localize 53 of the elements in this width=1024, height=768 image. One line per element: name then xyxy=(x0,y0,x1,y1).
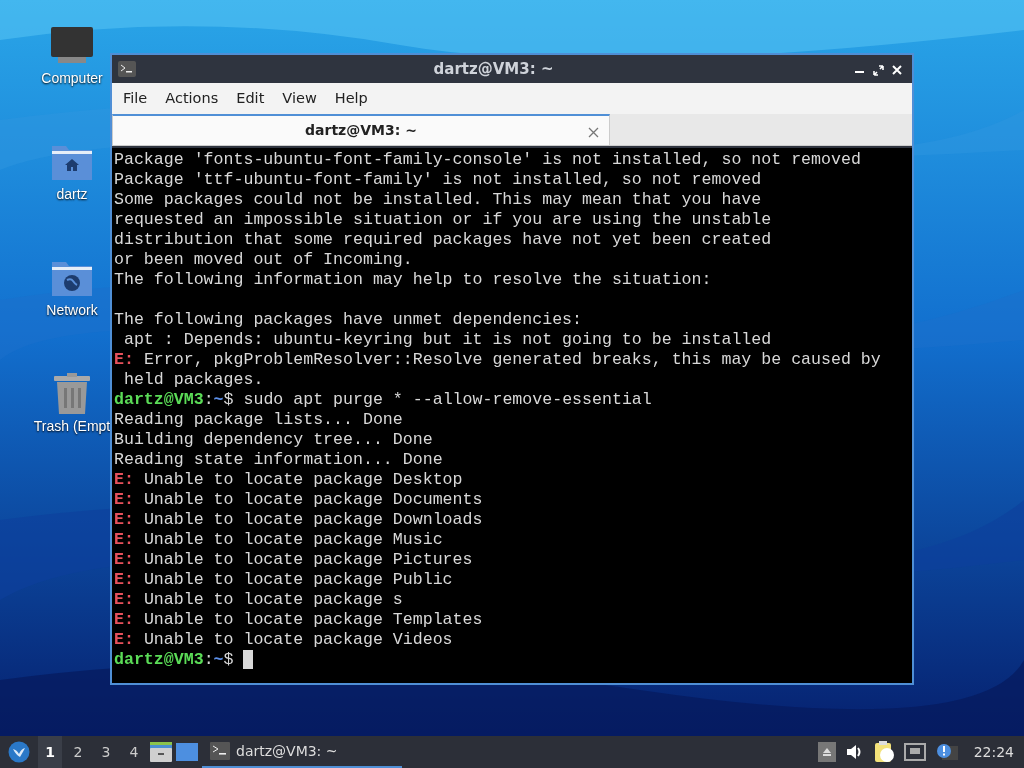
terminal-line: or been moved out of Incoming. xyxy=(114,250,413,269)
terminal-icon xyxy=(210,742,230,760)
terminal-line: distribution that some required packages have not yet been created xyxy=(114,230,772,249)
clipboard-icon[interactable] xyxy=(873,741,894,763)
terminal-line: E: Unable to locate package Downloads xyxy=(114,510,483,529)
terminal-line: E: Unable to locate package s xyxy=(114,590,403,609)
terminal-line: requested an impossible situation or if you are using the unstable xyxy=(114,210,772,229)
workspace-button[interactable]: 1 xyxy=(38,736,62,768)
menu-item[interactable]: Edit xyxy=(227,87,274,110)
icon-label[interactable]: Trash (Empt xyxy=(33,416,111,437)
terminal-line: The following information may help to resolve the situation: xyxy=(114,270,712,289)
terminal-line: E: Unable to locate package Public xyxy=(114,570,453,589)
terminal-line: dartz@VM3:~$ sudo apt purge * --allow-remove-essential xyxy=(114,390,652,409)
terminal-line: Package 'ttf-ubuntu-font-family' is not installed, so not removed xyxy=(114,170,762,189)
file-cabinet-icon[interactable] xyxy=(150,742,172,762)
clock: 22:24 xyxy=(972,742,1015,762)
terminal-line: E: Unable to locate package Documents xyxy=(114,490,483,509)
terminal-line: Reading package lists... Done xyxy=(114,410,403,429)
maximize-icon[interactable] xyxy=(873,64,884,76)
workspace-button[interactable]: 3 xyxy=(94,736,118,768)
terminal-line: E: Unable to locate package Videos xyxy=(114,630,453,649)
terminal-line: E: Unable to locate package Music xyxy=(114,530,443,549)
network-icon[interactable] xyxy=(903,743,926,761)
terminal-line: Package 'fonts-ubuntu-font-family-console' is not installed, so not removed xyxy=(114,150,861,169)
workspace-button[interactable]: 4 xyxy=(122,736,146,768)
terminal-icon xyxy=(118,61,136,77)
terminal-line: E: Error, pkgProblemResolver::Resolve generated breaks, this may be caused by xyxy=(114,350,881,369)
notification-icon[interactable] xyxy=(935,743,958,761)
tab-label[interactable]: dartz@VM3: ~ xyxy=(305,120,417,141)
taskbar-task[interactable]: dartz@VM3: ~ xyxy=(202,736,402,768)
terminal-line: held packages. xyxy=(122,370,264,389)
icon-label[interactable]: dartz xyxy=(56,184,88,205)
eject-icon[interactable] xyxy=(817,742,836,762)
icon-label[interactable]: Network xyxy=(46,300,98,321)
menu-item[interactable]: Help xyxy=(325,87,377,110)
terminal-line: E: Unable to locate package Templates xyxy=(114,610,483,629)
terminal-line: Some packages could not be installed. This may mean that you have xyxy=(114,190,762,209)
close-icon[interactable] xyxy=(892,65,902,75)
terminal-line: E: Unable to locate package Pictures xyxy=(114,550,473,569)
window-title: dartz@VM3: ~ xyxy=(432,58,555,80)
tab[interactable]: dartz@VM3: ~ xyxy=(112,114,610,145)
terminal-line: apt : Depends: ubuntu-keyring but it is not going to be installed xyxy=(122,330,772,349)
menu-item[interactable]: File xyxy=(114,87,157,110)
menu-item[interactable]: Actions xyxy=(156,87,228,110)
terminal-line: Building dependency tree... Done xyxy=(114,430,433,449)
close-tab-icon[interactable] xyxy=(588,127,599,138)
menu-item[interactable]: View xyxy=(273,87,326,110)
workspace-button[interactable]: 2 xyxy=(66,736,90,768)
terminal-line: E: Unable to locate package Desktop xyxy=(114,470,463,489)
terminal-line: Reading state information... Done xyxy=(114,450,443,469)
terminal-line: dartz@VM3:~$ xyxy=(114,650,235,669)
terminal-line: The following packages have unmet dependencies: xyxy=(114,310,583,329)
trash-icon[interactable] xyxy=(53,372,91,416)
